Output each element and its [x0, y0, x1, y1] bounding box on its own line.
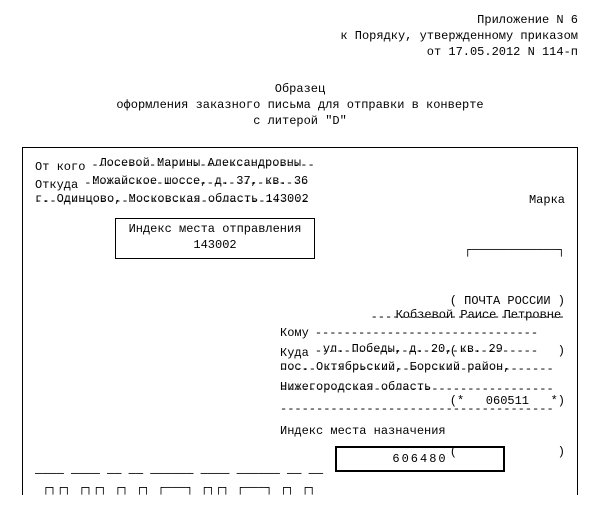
appendix-line: Приложение N 6: [22, 12, 578, 28]
stamp-line: ( ПОЧТА РОССИИ ): [435, 293, 565, 310]
title-line: с литерой "D": [22, 113, 578, 129]
recipient-addr1: ул. Победы, д. 20, кв. 29: [323, 342, 503, 356]
recipient-addr3: Нижегородская область: [280, 380, 431, 394]
envelope-frame: От кого Лосевой Марины Александровны ---…: [22, 147, 578, 495]
appendix-header: Приложение N 6 к Порядку, утвержденному …: [22, 12, 578, 61]
sender-index-label: Индекс места отправления: [120, 222, 310, 238]
recipient-block: Кобзевой Раисе Петровне ----------------…: [280, 310, 565, 472]
stamp-line: ┌────────────┐: [435, 242, 565, 259]
stamp-marka: Марка: [435, 192, 565, 209]
where-label: Куда: [280, 346, 309, 360]
underline: -------------------------------: [315, 326, 538, 340]
title-line: Образец: [22, 81, 578, 97]
stamp-line: ( *а* ): [435, 494, 565, 495]
sender-addr: Можайское шоссе, д. 37, кв. 36: [92, 174, 308, 188]
recipient-addr2: пос. Октябрьский, Борский район,: [280, 360, 510, 374]
appendix-line: к Порядку, утвержденному приказом: [22, 28, 578, 44]
from-label: От кого: [35, 160, 85, 174]
dest-index-box: 606480: [335, 446, 505, 472]
underline: --------------------------------------: [280, 402, 554, 416]
sender-index-box: Индекс места отправления 143002: [115, 218, 315, 259]
sender-name: Лосевой Марины Александровны: [99, 156, 301, 170]
index-boxes-strip: ──── ──── ── ── ────── ──── ────── ── ──…: [35, 467, 323, 495]
appendix-line: от 17.05.2012 N 114-п: [22, 44, 578, 60]
title-line: оформления заказного письма для отправки…: [22, 97, 578, 113]
title-block: Образец оформления заказного письма для …: [22, 81, 578, 130]
dest-index-value: 606480: [392, 452, 447, 466]
to-label: Кому: [280, 326, 309, 340]
dest-index-label: Индекс места назначения: [280, 424, 565, 438]
recipient-name: Кобзевой Раисе Петровне: [396, 308, 562, 322]
sender-index-value: 143002: [120, 238, 310, 254]
from-where-label: Откуда: [35, 178, 78, 192]
sender-city: г. Одинцово, Московская область 143002: [35, 192, 309, 206]
